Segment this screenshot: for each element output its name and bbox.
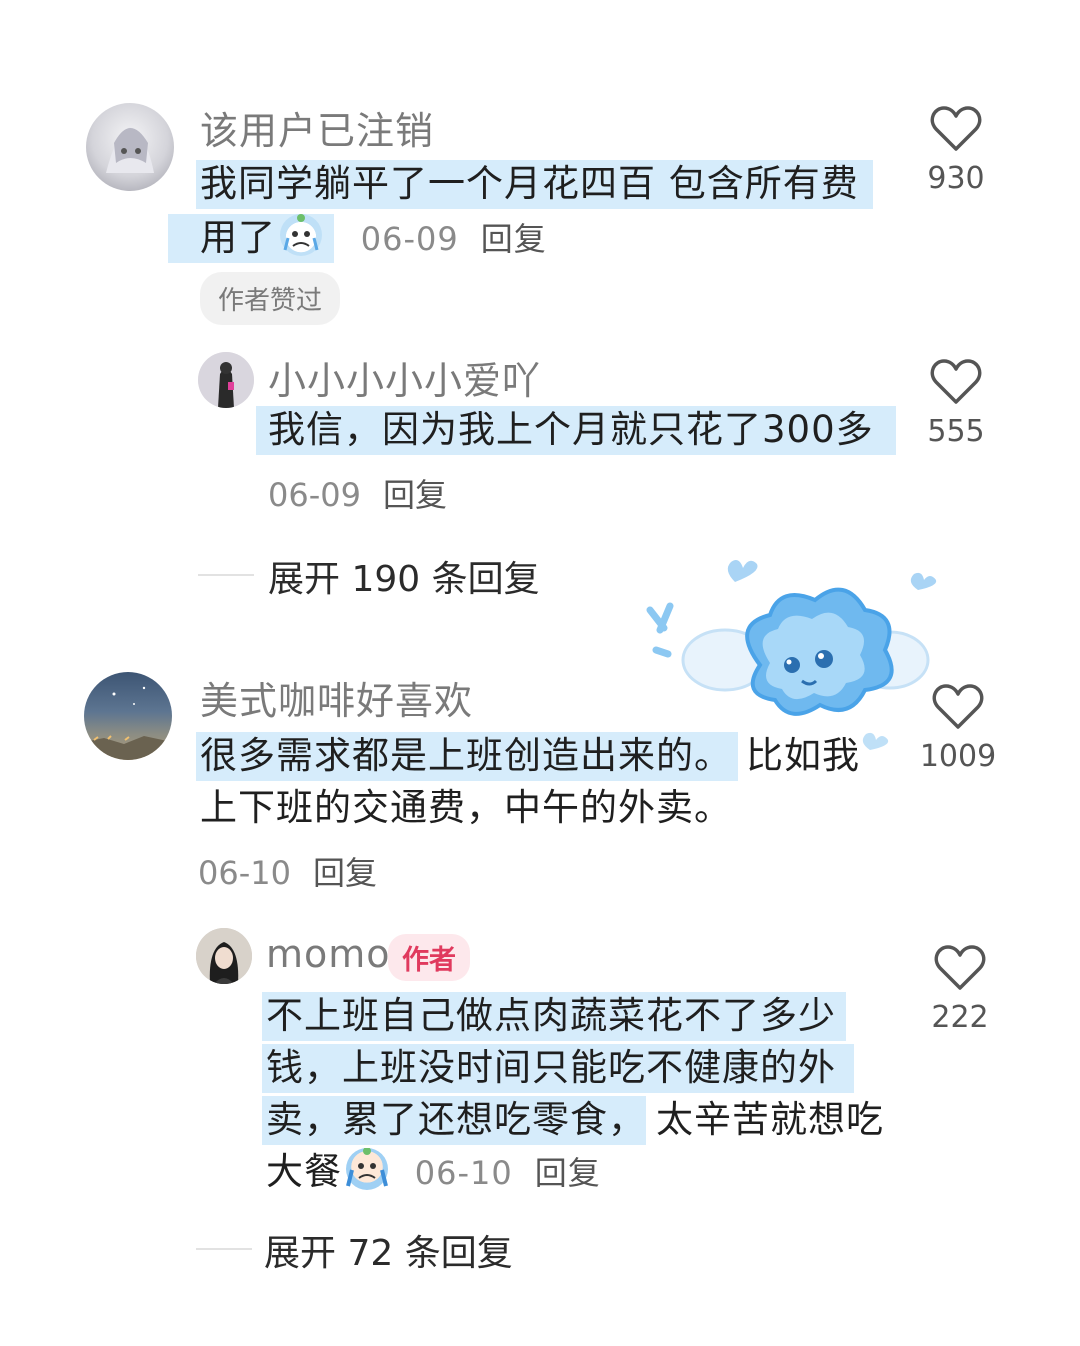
reply-button[interactable]: 回复 [313,854,377,892]
avatar-illustration [84,686,172,760]
emoji-wrap [280,214,334,263]
comment-text: 上下班的交通费，中午的外卖。 [200,782,732,834]
like-count: 555 [927,414,985,449]
comment-meta: 06-10 回复 [198,848,377,894]
reply-username[interactable]: momo [266,932,391,976]
reply-text: 我信，因为我上个月就只花了300多 [256,404,896,456]
like-count: 222 [931,1000,989,1035]
comment-username[interactable]: 美式咖啡好喜欢 [200,670,473,725]
heart-outline-icon [930,359,982,404]
divider [198,574,254,576]
reply-text-line: 我信，因为我上个月就只花了300多 [256,406,896,455]
reply-text: 大餐 06-10 回复 [266,1146,601,1199]
like-count: 1009 [919,739,997,774]
reply-button[interactable]: 回复 [535,1154,601,1192]
divider [196,1248,252,1250]
comment-text-line: 用了 [168,214,280,263]
reply-text: 钱，上班没时间只能吃不健康的外 [262,1042,854,1094]
like-count: 930 [927,161,985,196]
like-button[interactable]: 1009 [908,683,1008,774]
comment-text-line: 我同学躺平了一个月花四百 包含所有费 [196,160,873,209]
reply-date: 06-09 [268,476,361,514]
expand-replies-button[interactable]: 展开 190 条回复 [268,550,540,602]
reply-button[interactable]: 回复 [481,220,547,258]
avatar-illustration [106,127,154,173]
avatar-illustration [196,928,252,984]
like-button[interactable]: 222 [910,944,1010,1035]
reply-text-line: 太辛苦就想吃 [656,1098,884,1141]
reply-text-line: 卖，累了还想吃零食， [262,1096,646,1145]
reply-text-line: 钱，上班没时间只能吃不健康的外 [262,1044,854,1093]
author-badge: 作者 [388,934,470,981]
crying-emoji-icon [280,214,322,256]
crying-emoji-icon [346,1148,388,1190]
reply-meta: 06-10 回复 [415,1154,601,1192]
like-button[interactable]: 555 [906,358,1006,449]
reply-date: 06-10 [414,1154,513,1192]
comment-meta: 06-09 回复 [361,220,547,258]
expand-replies-button[interactable]: 展开 72 条回复 [264,1224,513,1276]
reply-username[interactable]: 小小小小小爱吖 [268,350,541,405]
reply-text-line: 不上班自己做点肉蔬菜花不了多少 [262,992,846,1041]
avatar[interactable] [84,672,172,760]
comment-text: 用了 06-09 回复 [168,212,547,265]
avatar[interactable] [86,103,174,191]
reply-meta: 06-09 回复 [268,470,447,516]
avatar[interactable] [196,928,252,984]
like-button[interactable]: 930 [906,105,1006,196]
heart-outline-icon [934,945,986,990]
comment-text: 很多需求都是上班创造出来的。 比如我 [196,730,860,782]
heart-outline-icon [930,106,982,151]
reply-button[interactable]: 回复 [383,476,447,514]
reply-text: 不上班自己做点肉蔬菜花不了多少 [262,990,846,1042]
comment-date: 06-09 [360,220,459,258]
avatar-illustration [198,352,254,408]
reply-text: 卖，累了还想吃零食， 太辛苦就想吃 [262,1094,884,1146]
comment-username[interactable]: 该用户已注销 [200,100,434,155]
author-liked-badge: 作者赞过 [200,272,341,325]
avatar[interactable] [198,352,254,408]
comment-text-line: 很多需求都是上班创造出来的。 [196,732,738,781]
reply-text-line: 大餐 [266,1150,342,1193]
heart-outline-icon [932,684,984,729]
comment-text-line: 上下班的交通费，中午的外卖。 [200,786,732,829]
comment-text-line: 比如我 [746,734,860,777]
comment-date: 06-10 [198,854,291,892]
comment-text: 我同学躺平了一个月花四百 包含所有费 [196,158,873,210]
